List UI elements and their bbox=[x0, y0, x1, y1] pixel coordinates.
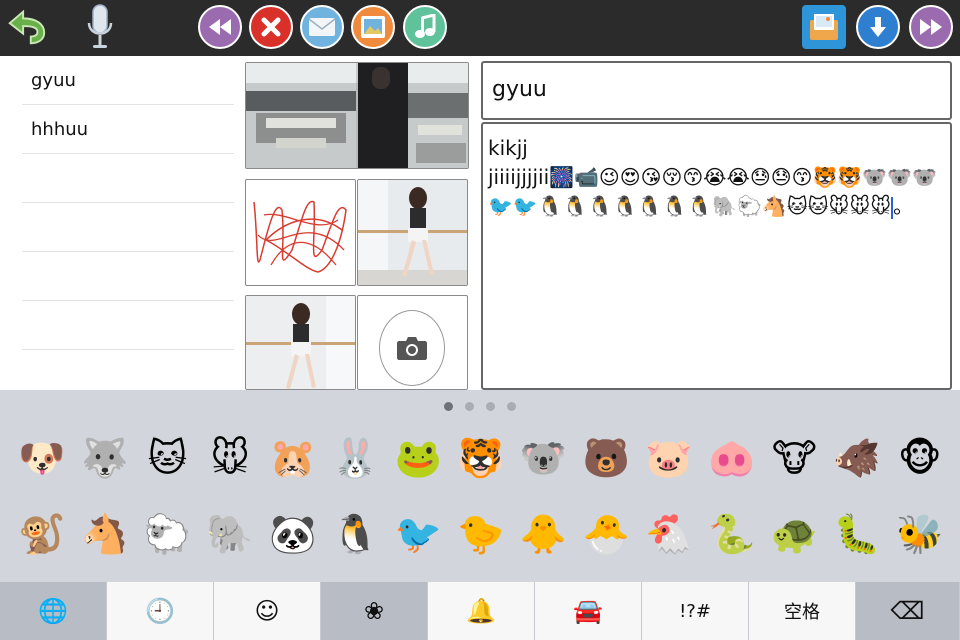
backspace-icon[interactable]: ⌫ bbox=[856, 582, 960, 640]
list-item-empty[interactable] bbox=[22, 301, 234, 350]
emoji-key[interactable]: 🐯 bbox=[453, 430, 509, 486]
page-indicator-dot bbox=[465, 402, 474, 411]
emoji-key[interactable]: 🐢 bbox=[766, 506, 822, 562]
car-icon[interactable]: 🚘 bbox=[535, 582, 642, 640]
emoji-category-bar: 🌐 🕘 ☺ ❀ 🔔 🚘 !?# 空格 ⌫ bbox=[0, 582, 960, 640]
clock-icon[interactable]: 🕘 bbox=[107, 582, 214, 640]
emoji-key[interactable]: 🐒 bbox=[14, 506, 70, 562]
add-photo-button[interactable] bbox=[357, 295, 468, 390]
emoji-key[interactable]: 🐦 bbox=[390, 506, 446, 562]
backspace-icon-glyph: ⌫ bbox=[890, 597, 925, 625]
emoji-key[interactable]: 🐸 bbox=[390, 430, 446, 486]
camera-icon bbox=[379, 310, 445, 386]
emoji-key[interactable]: 🐥 bbox=[516, 506, 572, 562]
list-item-empty[interactable] bbox=[22, 154, 234, 203]
title-field[interactable]: gyuu bbox=[481, 61, 952, 120]
car-icon-glyph: 🚘 bbox=[573, 597, 603, 625]
body-text: kikjj jiiiijjjjii🎆📹😉😍😘😚😙😭😭😓😓😙🐯🐯🐨🐨🐨🐦🐦🐧🐧🐧🐧… bbox=[488, 134, 943, 221]
flower-icon-glyph: ❀ bbox=[363, 597, 385, 625]
body-line: kikjj bbox=[488, 136, 528, 160]
emoji-key[interactable]: 🐼 bbox=[265, 506, 321, 562]
emoji-key[interactable]: 🐻 bbox=[578, 430, 634, 486]
emoji-key[interactable]: 🐽 bbox=[704, 430, 760, 486]
page-indicator-dot bbox=[507, 402, 516, 411]
microphone-icon[interactable] bbox=[78, 4, 122, 49]
emoji-key[interactable]: 🐔 bbox=[641, 506, 697, 562]
top-toolbar bbox=[0, 0, 960, 56]
emoji-key[interactable]: 🐧 bbox=[328, 506, 384, 562]
list-item-empty[interactable] bbox=[22, 203, 234, 252]
title-text: gyuu bbox=[492, 77, 547, 102]
photo-thumbnail[interactable] bbox=[245, 62, 469, 169]
emoji-key[interactable]: 🐛 bbox=[829, 506, 885, 562]
emoji-key[interactable]: 🐰 bbox=[328, 430, 384, 486]
clock-icon-glyph: 🕘 bbox=[145, 597, 175, 625]
download-icon[interactable] bbox=[856, 5, 900, 49]
image-icon[interactable] bbox=[351, 5, 395, 49]
fast-forward-icon[interactable] bbox=[909, 5, 953, 49]
note-list: gyuu hhhuu bbox=[0, 56, 244, 390]
photo-thumbnail[interactable] bbox=[245, 295, 356, 390]
emoji-key[interactable]: 🐱 bbox=[139, 430, 195, 486]
emoji-key[interactable]: 🐷 bbox=[641, 430, 697, 486]
emoji-key[interactable]: 🐗 bbox=[829, 430, 885, 486]
emoji-key[interactable]: 🐝 bbox=[892, 506, 948, 562]
sketch-thumbnail[interactable] bbox=[245, 179, 356, 286]
mail-icon[interactable] bbox=[300, 5, 344, 49]
emoji-key[interactable]: 🐮 bbox=[766, 430, 822, 486]
emoji-key[interactable]: 🐘 bbox=[202, 506, 258, 562]
bell-icon[interactable]: 🔔 bbox=[428, 582, 535, 640]
body-line: jiiiijjjjii🎆📹😉😍😘😚😙😭😭😓😓😙🐯🐯🐨🐨🐨🐦🐦🐧🐧🐧🐧🐧🐧🐧🐘🐑🐴… bbox=[488, 165, 937, 218]
emoji-key[interactable]: 🐭 bbox=[202, 430, 258, 486]
smiley-icon[interactable]: ☺ bbox=[214, 582, 321, 640]
page-indicator-dot bbox=[486, 402, 495, 411]
globe-icon-glyph: 🌐 bbox=[38, 597, 68, 625]
symbols-icon[interactable]: !?# bbox=[642, 582, 749, 640]
music-icon[interactable] bbox=[403, 5, 447, 49]
emoji-key[interactable]: 🐺 bbox=[77, 430, 133, 486]
body-end: 。 bbox=[893, 194, 914, 218]
symbols-icon-glyph: !?# bbox=[679, 600, 711, 622]
emoji-key[interactable]: 🐨 bbox=[516, 430, 572, 486]
emoji-keyboard: 🐶 🐺 🐱 🐭 🐹 🐰 🐸 🐯 🐨 🐻 🐷 🐽 🐮 🐗 🐵 🐒 🐴 🐑 🐘 🐼 🐧 🐦 🐤 🐥 🐣 🐔 🐍 🐢 🐛 🐝 🌐 🕘 ☺ ❀ 🔔 🚘!?… bbox=[0, 390, 960, 640]
globe-icon[interactable]: 🌐 bbox=[0, 582, 107, 640]
rewind-icon[interactable] bbox=[198, 5, 242, 49]
emoji-key[interactable]: 🐶 bbox=[14, 430, 70, 486]
list-item-empty[interactable] bbox=[22, 252, 234, 301]
emoji-key[interactable]: 🐣 bbox=[578, 506, 634, 562]
emoji-key[interactable]: 🐑 bbox=[139, 506, 195, 562]
smiley-icon-glyph: ☺ bbox=[254, 597, 280, 625]
undo-arrow-icon[interactable] bbox=[4, 5, 48, 49]
emoji-key[interactable]: 🐍 bbox=[704, 506, 760, 562]
page-indicator-dot bbox=[444, 402, 453, 411]
space-key[interactable]: 空格 bbox=[749, 582, 856, 640]
body-field[interactable]: kikjj jiiiijjjjii🎆📹😉😍😘😚😙😭😭😓😓😙🐯🐯🐨🐨🐨🐦🐦🐧🐧🐧🐧… bbox=[481, 122, 952, 390]
emoji-key[interactable]: 🐴 bbox=[77, 506, 133, 562]
emoji-key[interactable]: 🐤 bbox=[453, 506, 509, 562]
list-item[interactable]: hhhuu bbox=[22, 105, 234, 154]
flower-icon[interactable]: ❀ bbox=[321, 582, 428, 640]
photo-thumbnail[interactable] bbox=[357, 179, 468, 286]
space-key-glyph: 空格 bbox=[784, 602, 820, 623]
bell-icon-glyph: 🔔 bbox=[466, 597, 496, 625]
emoji-key[interactable]: 🐹 bbox=[265, 430, 321, 486]
folder-image-icon[interactable] bbox=[802, 5, 846, 49]
attachment-grid bbox=[244, 56, 476, 390]
close-icon[interactable] bbox=[249, 5, 293, 49]
emoji-key[interactable]: 🐵 bbox=[892, 430, 948, 486]
list-item[interactable]: gyuu bbox=[22, 56, 234, 105]
